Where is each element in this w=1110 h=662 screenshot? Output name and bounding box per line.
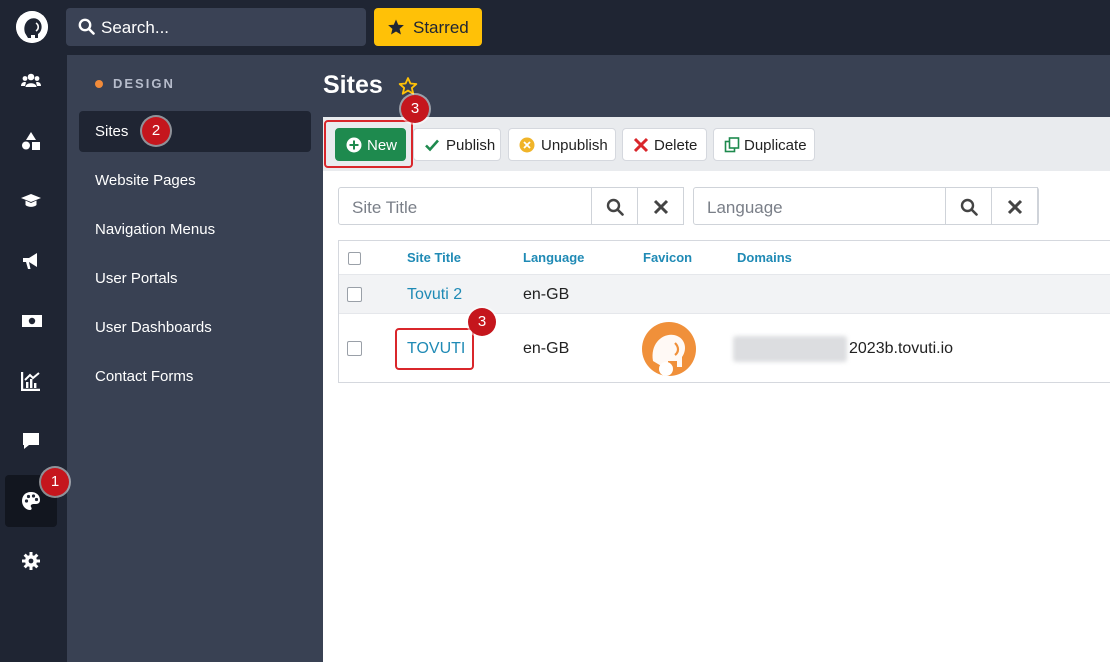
sidebar-item-sites[interactable]: Sites: [79, 111, 311, 152]
sidebar-item-label: Navigation Menus: [95, 221, 216, 238]
favicon-image: [641, 321, 697, 377]
rail-announcements[interactable]: [5, 235, 57, 287]
language-clear-button[interactable]: [991, 187, 1038, 225]
delete-label: Delete: [654, 137, 698, 154]
column-header-domains: Domains: [737, 250, 792, 265]
sidebar-item-label: Sites: [95, 123, 129, 140]
sidebar-item-navigation-menus[interactable]: Navigation Menus: [79, 209, 311, 250]
site-title-clear-button[interactable]: [637, 187, 684, 225]
tovuti-link-highlight: [395, 328, 474, 370]
toolbar: New Publish Unpublish Delete Duplicate: [323, 117, 1110, 171]
favorite-star-icon[interactable]: [398, 76, 418, 96]
star-icon: [388, 19, 404, 35]
unpublish-label: Unpublish: [541, 137, 608, 154]
top-bar: Search... Starred: [0, 0, 1110, 55]
step-badge-2: 2: [142, 117, 170, 145]
search-input[interactable]: Search...: [66, 8, 366, 46]
rail-reports[interactable]: [5, 355, 57, 407]
icon-rail: [0, 55, 67, 662]
domain-redacted: [733, 336, 847, 362]
column-header-site-title[interactable]: Site Title: [407, 250, 461, 265]
logo-icon[interactable]: [16, 11, 48, 43]
sidebar-item-label: Contact Forms: [95, 368, 194, 385]
sidebar-item-website-pages[interactable]: Website Pages: [79, 160, 311, 201]
site-language: en-GB: [523, 286, 570, 303]
table-header: Site Title Language Favicon Domains: [339, 241, 1110, 274]
gear-icon: [22, 552, 40, 570]
search-icon: [606, 198, 624, 216]
rail-commerce[interactable]: [5, 295, 57, 347]
graduation-cap-icon: [21, 194, 41, 207]
site-language: en-GB: [523, 340, 570, 357]
site-title-search-button[interactable]: [591, 187, 638, 225]
column-header-language[interactable]: Language: [523, 250, 584, 265]
unpublish-button[interactable]: Unpublish: [508, 128, 616, 161]
palette-icon: [22, 492, 40, 510]
search-placeholder: Search...: [101, 18, 170, 37]
step-badge-1: 1: [41, 468, 69, 496]
duplicate-label: Duplicate: [744, 137, 807, 154]
rail-users[interactable]: [5, 55, 57, 107]
search-icon: [960, 198, 978, 216]
search-icon: [78, 18, 95, 35]
rail-shapes[interactable]: [5, 115, 57, 167]
step-badge-3-new: 3: [401, 95, 429, 123]
delete-x-icon: [633, 137, 649, 153]
starred-label: Starred: [413, 18, 469, 37]
sidebar-item-user-portals[interactable]: User Portals: [79, 258, 311, 299]
step-badge-3-tovuti: 3: [468, 308, 496, 336]
column-header-favicon: Favicon: [643, 250, 693, 265]
publish-label: Publish: [446, 137, 496, 154]
page-title: Sites: [323, 71, 383, 99]
section-title: DESIGN: [113, 76, 175, 91]
row-checkbox[interactable]: [347, 287, 362, 302]
language-search-button[interactable]: [945, 187, 992, 225]
comment-icon: [23, 433, 39, 449]
sidebar-item-label: User Dashboards: [95, 319, 212, 336]
rail-settings[interactable]: [5, 535, 57, 587]
rail-learning[interactable]: [5, 175, 57, 227]
language-filter-placeholder: Language: [707, 198, 783, 217]
page-header: Sites: [323, 55, 1110, 117]
select-all-checkbox[interactable]: [348, 252, 361, 265]
megaphone-icon: [23, 253, 37, 269]
sidebar-item-label: Website Pages: [95, 172, 196, 189]
language-filter[interactable]: Language: [693, 187, 1039, 225]
shapes-icon: [22, 132, 40, 150]
duplicate-button[interactable]: Duplicate: [713, 128, 815, 161]
row-checkbox[interactable]: [347, 341, 362, 356]
table-row: Tovuti 2 en-GB: [339, 274, 1110, 313]
starred-button[interactable]: Starred: [374, 8, 482, 46]
sidebar-item-label: User Portals: [95, 270, 178, 287]
section-dot: [95, 80, 103, 88]
clear-x-icon: [1007, 199, 1023, 215]
chart-icon: [21, 372, 40, 391]
rail-messages[interactable]: [5, 415, 57, 467]
unpublish-icon: [519, 137, 535, 153]
copy-icon: [724, 137, 740, 153]
site-title-link[interactable]: Tovuti 2: [407, 286, 462, 304]
sidebar-item-contact-forms[interactable]: Contact Forms: [79, 356, 311, 397]
clear-x-icon: [653, 199, 669, 215]
new-button-highlight: [324, 120, 413, 168]
users-icon: [21, 73, 41, 87]
check-icon: [425, 139, 439, 152]
site-title-filter[interactable]: Site Title: [338, 187, 684, 225]
sidebar-item-user-dashboards[interactable]: User Dashboards: [79, 307, 311, 348]
money-icon: [22, 315, 42, 327]
publish-button[interactable]: Publish: [413, 128, 501, 161]
delete-button[interactable]: Delete: [622, 128, 707, 161]
sidebar: DESIGN Sites Website Pages Navigation Me…: [67, 55, 323, 662]
site-domain: 2023b.tovuti.io: [849, 340, 954, 357]
site-title-filter-placeholder: Site Title: [352, 198, 418, 217]
